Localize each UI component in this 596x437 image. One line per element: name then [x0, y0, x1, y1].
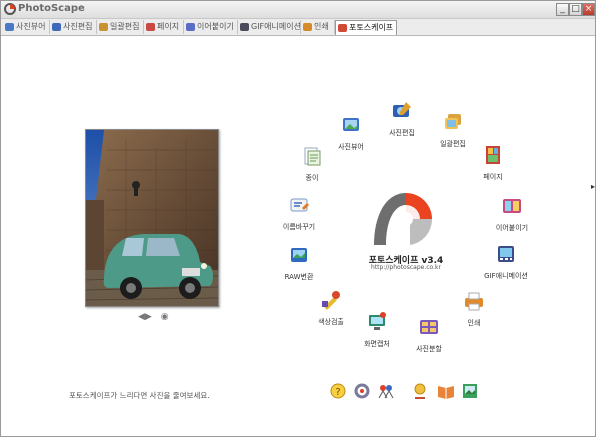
- tab-photo-editor[interactable]: 사진편집: [50, 20, 97, 34]
- page-icon: [146, 23, 155, 31]
- raw-converter-icon: [291, 248, 307, 262]
- menu-rename[interactable]: 이름바꾸기: [269, 194, 329, 232]
- people-icon[interactable]: [377, 382, 395, 400]
- view-photo-button[interactable]: ◉: [161, 312, 169, 322]
- print-icon: [465, 292, 483, 311]
- sample-photo: [85, 129, 219, 307]
- menu-color-picker[interactable]: 색상검출: [301, 289, 361, 327]
- menu-paper[interactable]: 종이: [282, 145, 342, 183]
- svg-text:?: ?: [335, 387, 340, 398]
- splitter-icon: [420, 320, 438, 334]
- photo-editor-icon: [52, 23, 61, 31]
- donate-icon[interactable]: [411, 382, 429, 400]
- photoscape-center-logo[interactable]: [366, 187, 441, 247]
- photo-editor-icon: [393, 102, 411, 117]
- print-icon: [303, 23, 312, 31]
- resize-cursor-icon: ▸: [591, 182, 596, 191]
- window-title: PhotoScape: [18, 3, 85, 14]
- tab-photo-viewer[interactable]: 사진뷰어: [3, 20, 50, 34]
- tab-photoscape[interactable]: 포토스케이프: [335, 20, 397, 35]
- title-bar[interactable]: PhotoScape _ □ ×: [1, 1, 595, 19]
- menu-raw-converter[interactable]: RAW변환: [269, 244, 329, 282]
- photo-nav: ◀▶ ◉: [138, 312, 175, 322]
- color-picker-icon: [322, 291, 340, 310]
- rename-icon: [290, 198, 309, 212]
- gif-animation-icon: [498, 246, 514, 262]
- tab-page[interactable]: 페이지: [144, 20, 184, 34]
- gif-animation-icon: [240, 23, 249, 31]
- combine-icon: [186, 23, 195, 31]
- photo-viewer-icon: [5, 23, 14, 31]
- batch-editor-icon: [445, 114, 461, 129]
- tab-print[interactable]: 인쇄: [301, 20, 335, 34]
- close-button[interactable]: ×: [582, 3, 595, 16]
- tab-gif-animation[interactable]: GIF애니메이션: [238, 20, 301, 34]
- minimize-button[interactable]: _: [556, 3, 569, 16]
- vintage-car-photo: [86, 130, 218, 306]
- batch-editor-icon: [99, 23, 108, 31]
- app-window: PhotoScape _ □ × 사진뷰어 사진편집 일괄편집 페이지 이어붙이…: [0, 0, 596, 437]
- screen-capture-icon: [369, 312, 386, 330]
- paper-print-icon: [304, 147, 321, 166]
- maximize-button[interactable]: □: [569, 3, 582, 16]
- photoscape-tab-icon: [338, 24, 347, 32]
- book-icon[interactable]: [437, 382, 455, 400]
- photo-frame-icon[interactable]: [461, 382, 479, 400]
- tab-bar: 사진뷰어 사진편집 일괄편집 페이지 이어붙이기 GIF애니메이션 인쇄 포토스…: [1, 19, 595, 36]
- tip-text: 포토스케이프가 느리다면 사진을 줄여보세요.: [69, 391, 210, 400]
- photoscape-logo-icon: [4, 3, 16, 15]
- help-icon[interactable]: ?: [329, 382, 347, 400]
- menu-page[interactable]: 페이지: [463, 144, 523, 182]
- page-icon: [486, 146, 500, 164]
- photo-viewer-icon: [343, 118, 359, 131]
- menu-combine[interactable]: 이어붙이기: [482, 195, 542, 233]
- tab-combine[interactable]: 이어붙이기: [184, 20, 238, 34]
- combine-icon: [503, 199, 521, 213]
- menu-gif-animation[interactable]: GIF애니메이션: [476, 243, 536, 281]
- brand-url[interactable]: http://photoscape.co.kr: [341, 264, 471, 271]
- tab-batch-editor[interactable]: 일괄편집: [97, 20, 144, 34]
- settings-icon[interactable]: [353, 382, 371, 400]
- prev-next-photo-button[interactable]: ◀▶: [138, 312, 152, 322]
- menu-splitter[interactable]: 사진분할: [399, 316, 459, 354]
